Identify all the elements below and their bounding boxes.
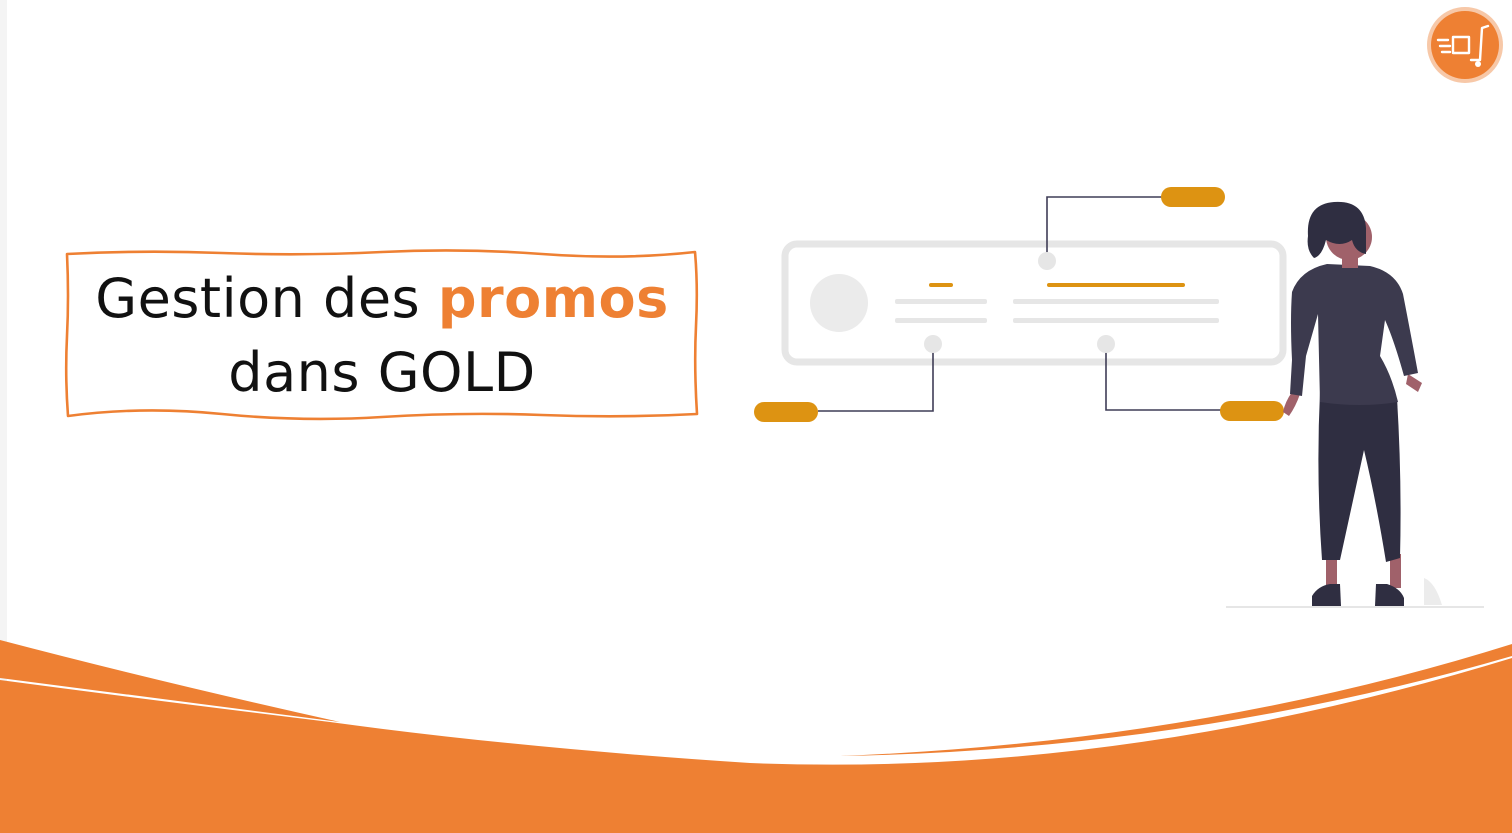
title-box: Gestion des promos dans GOLD <box>62 246 702 422</box>
illustration <box>754 187 1484 608</box>
slide: Gestion des promos dans GOLD <box>0 0 1512 833</box>
title-highlight: promos <box>437 267 669 330</box>
page-title: Gestion des promos dans GOLD <box>62 262 702 410</box>
title-line-1: Gestion des promos <box>62 262 702 336</box>
title-part-1: Gestion des <box>95 267 438 330</box>
delivery-cart-icon <box>1427 7 1503 83</box>
title-line-2: dans GOLD <box>228 341 536 404</box>
ui-card <box>781 240 1287 366</box>
footer-wave <box>0 640 1512 833</box>
